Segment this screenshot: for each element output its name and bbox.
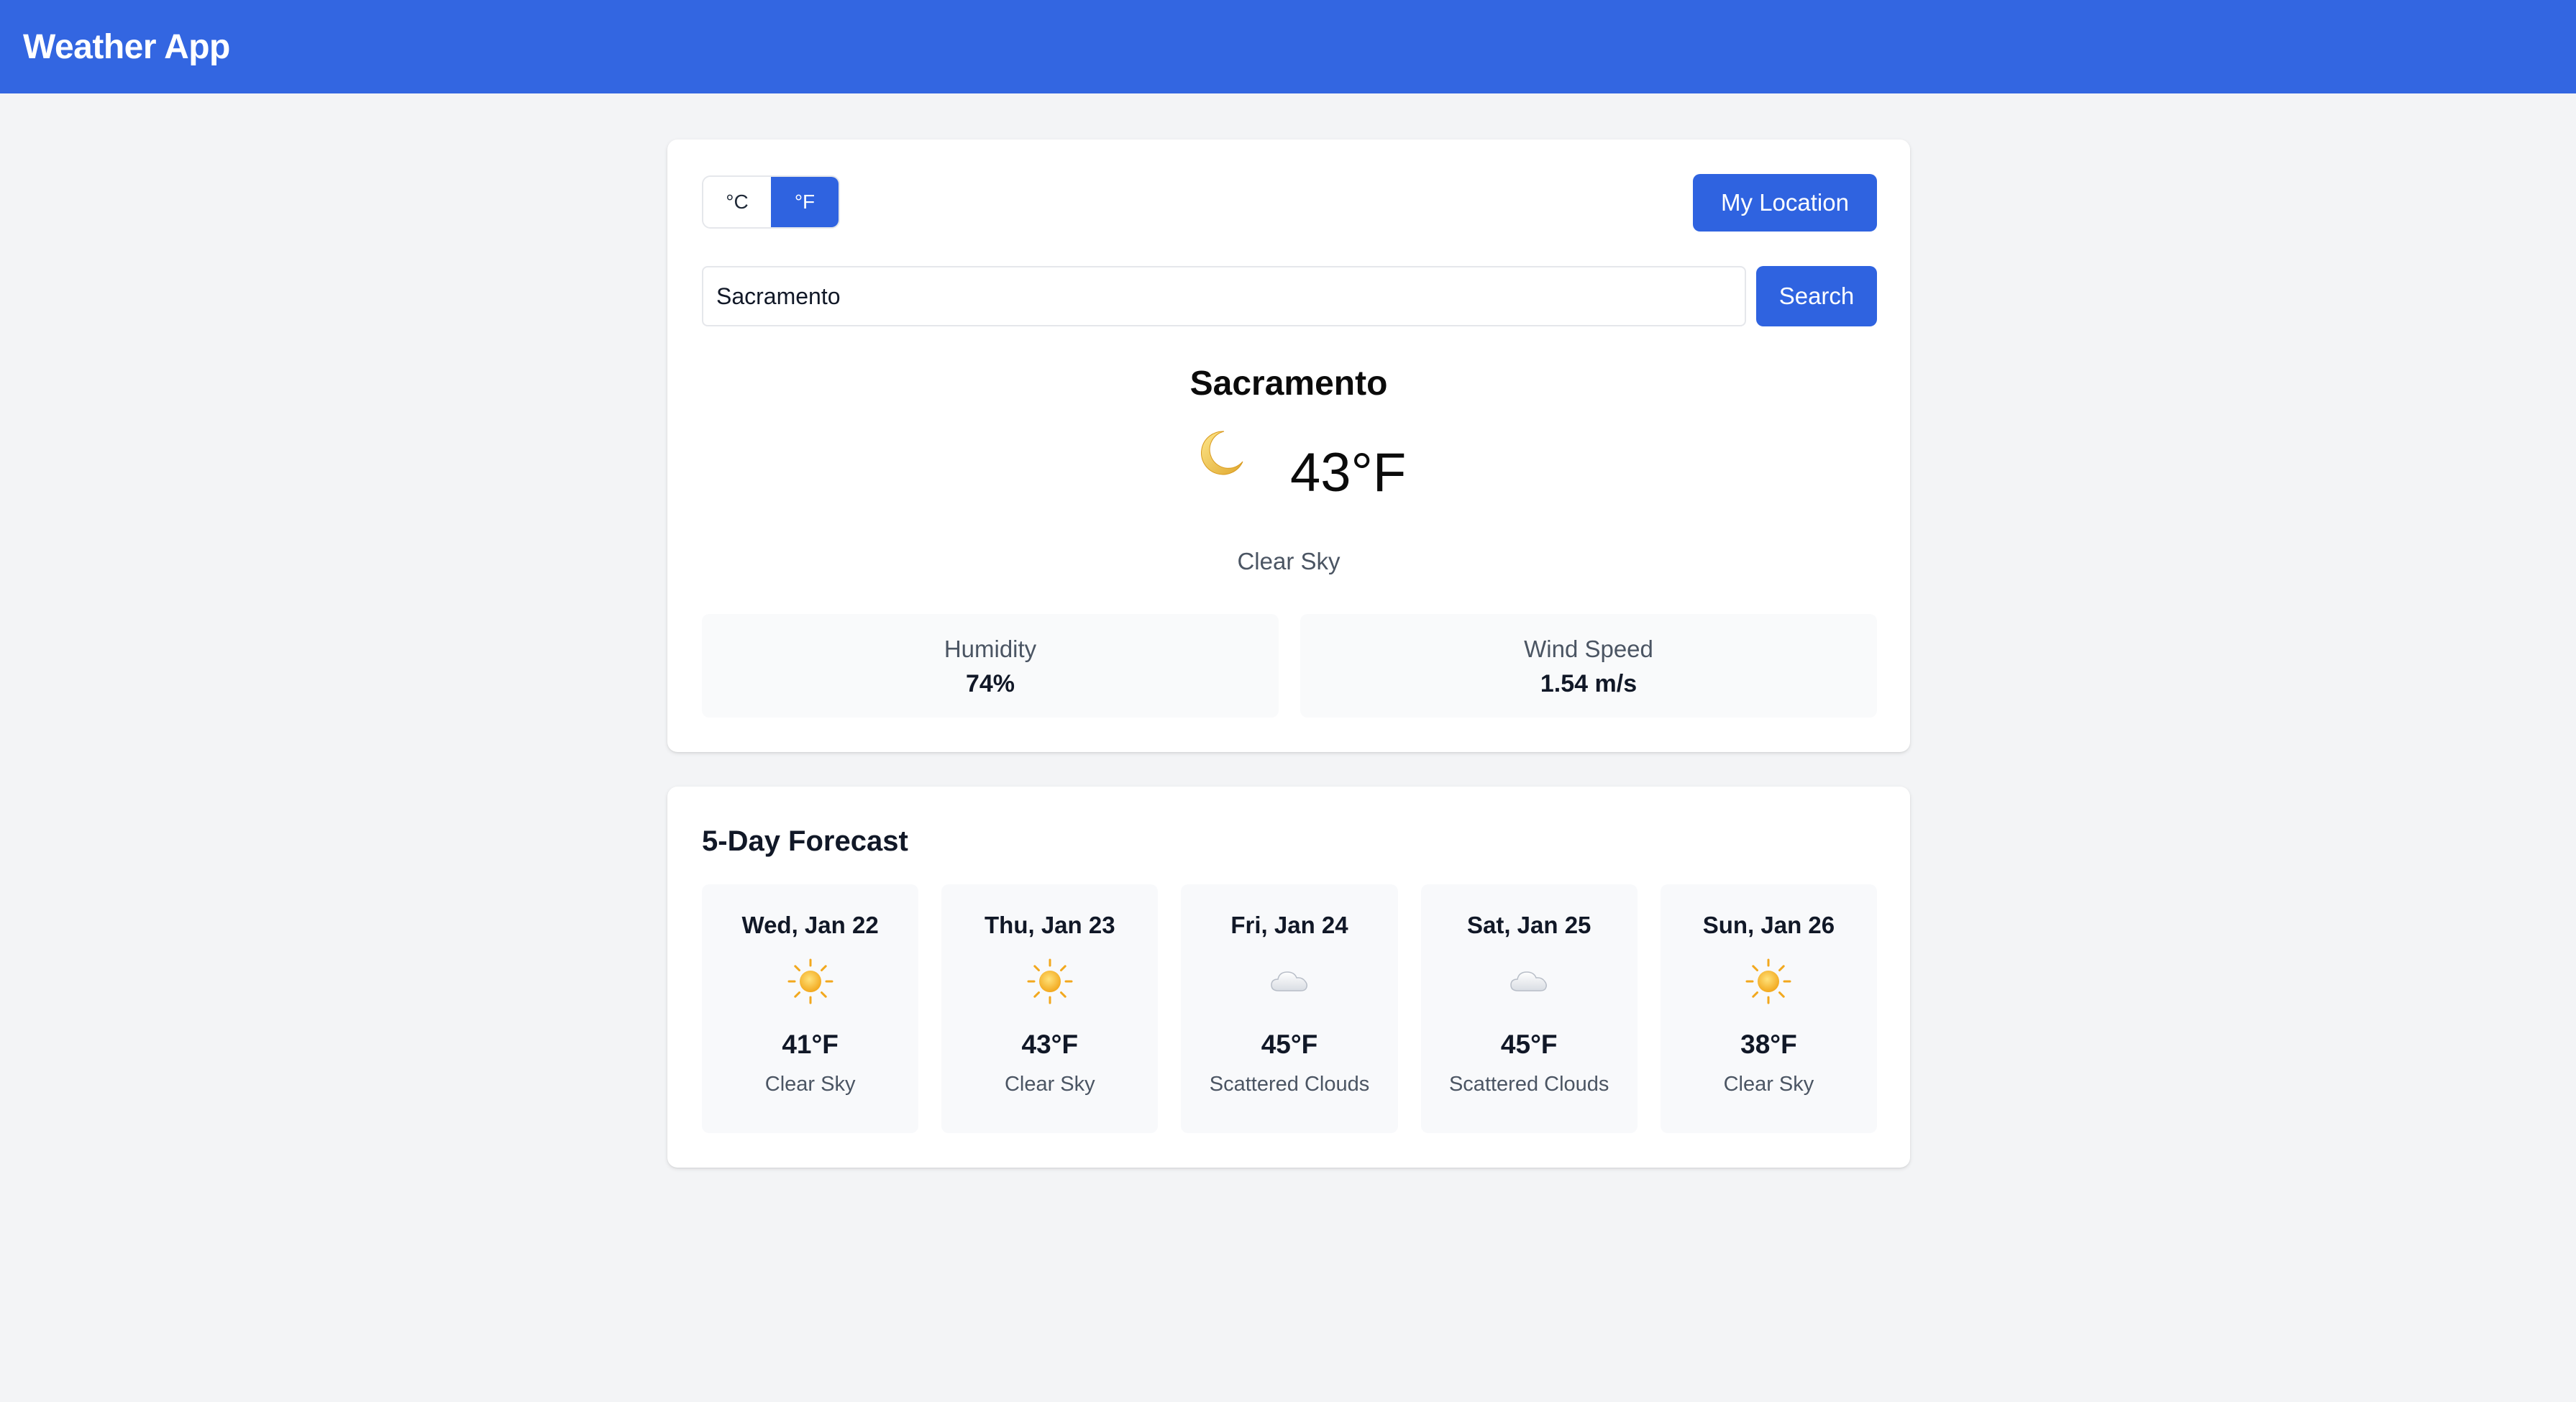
forecast-condition: Scattered Clouds	[1209, 1073, 1370, 1096]
forecast-condition: Clear Sky	[1723, 1073, 1814, 1096]
forecast-card: 5-Day Forecast Wed, Jan 22 41°F Clear Sk…	[667, 787, 1910, 1168]
cloud-icon	[1271, 971, 1308, 991]
wind-speed-label: Wind Speed	[1524, 636, 1653, 662]
moon-icon	[1201, 431, 1243, 475]
forecast-condition: Scattered Clouds	[1448, 1073, 1609, 1096]
forecast-temperature: 41°F	[782, 1030, 839, 1059]
city-name: Sacramento	[1189, 365, 1388, 403]
current-temperature: 43°F	[1290, 442, 1407, 503]
app-header: Weather App	[0, 0, 2576, 93]
forecast-date: Fri, Jan 24	[1230, 912, 1348, 938]
forecast-day: Thu, Jan 23 43°F Clear Sky	[941, 884, 1159, 1133]
forecast-day: Fri, Jan 24 45°F Scattered Clouds	[1181, 884, 1398, 1133]
forecast-temperature: 45°F	[1261, 1030, 1318, 1059]
forecast-title: 5-Day Forecast	[702, 825, 908, 857]
forecast-day: Sun, Jan 26 38°F Clear Sky	[1660, 884, 1878, 1133]
cloud-icon	[1510, 971, 1548, 991]
sun-icon	[1745, 958, 1791, 1004]
forecast-condition: Clear Sky	[764, 1073, 856, 1096]
forecast-day: Sat, Jan 25 45°F Scattered Clouds	[1420, 884, 1638, 1133]
forecast-condition: Clear Sky	[1004, 1073, 1095, 1096]
current-condition: Clear Sky	[1237, 548, 1340, 574]
forecast-list: Wed, Jan 22 41°F Clear Sky Thu, Jan 23 4…	[702, 884, 1878, 1133]
app-title: Weather App	[23, 27, 230, 66]
forecast-temperature: 38°F	[1740, 1030, 1797, 1059]
current-weather-card: °C °F My Location Search Sacramento 43°F…	[667, 139, 1910, 752]
forecast-temperature: 45°F	[1500, 1030, 1558, 1059]
celsius-button[interactable]: °C	[703, 177, 771, 227]
forecast-date: Thu, Jan 23	[985, 912, 1115, 938]
wind-speed-panel: Wind Speed 1.54 m/s	[1300, 614, 1877, 718]
search-button[interactable]: Search	[1756, 266, 1877, 326]
forecast-date: Wed, Jan 22	[741, 912, 879, 938]
sun-icon	[1027, 958, 1073, 1004]
fahrenheit-button[interactable]: °F	[771, 177, 839, 227]
forecast-temperature: 43°F	[1021, 1030, 1079, 1059]
sun-icon	[787, 958, 833, 1004]
humidity-panel: Humidity 74%	[702, 614, 1279, 718]
city-search-input[interactable]	[702, 266, 1746, 326]
forecast-date: Sat, Jan 25	[1466, 912, 1591, 938]
my-location-button[interactable]: My Location	[1693, 174, 1877, 232]
unit-toggle: °C °F	[702, 175, 840, 229]
forecast-date: Sun, Jan 26	[1702, 912, 1835, 938]
humidity-value: 74%	[965, 670, 1015, 697]
humidity-label: Humidity	[944, 636, 1037, 662]
forecast-day: Wed, Jan 22 41°F Clear Sky	[702, 884, 919, 1133]
wind-speed-value: 1.54 m/s	[1540, 670, 1638, 697]
